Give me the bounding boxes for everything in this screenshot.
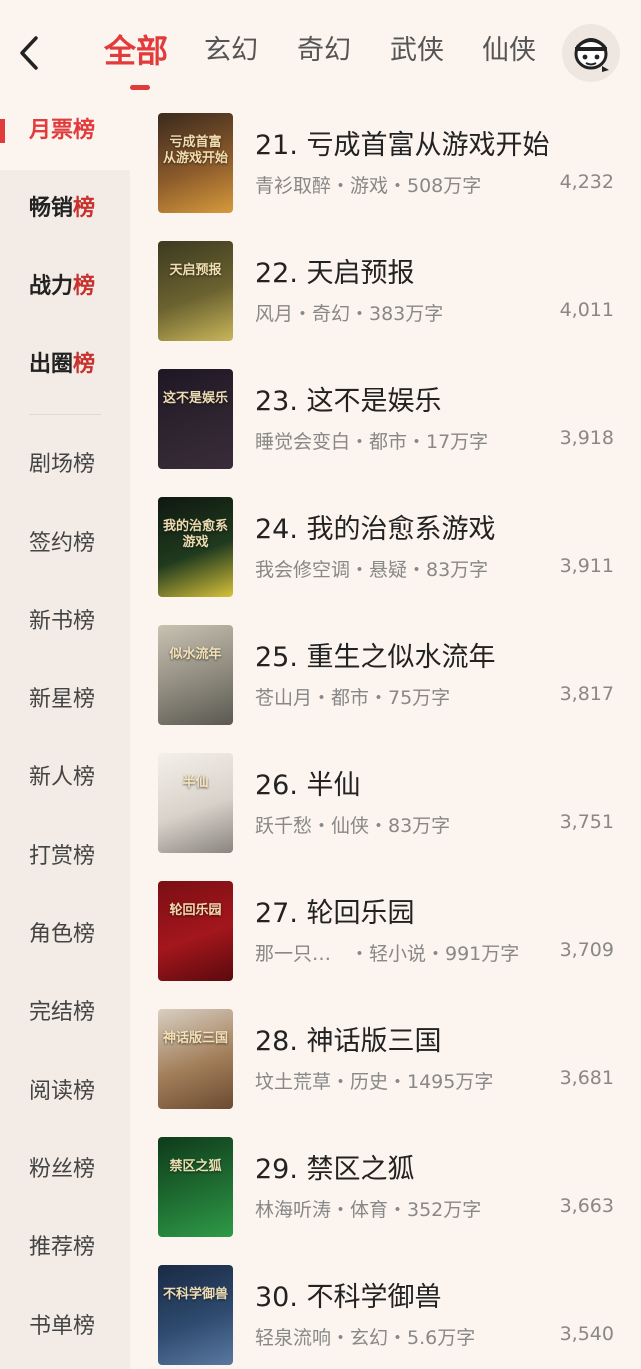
book-meta: 跃千愁・仙侠・83万字 bbox=[255, 815, 451, 837]
book-cover[interactable]: 这不是娱乐 bbox=[158, 369, 233, 469]
sidebar-item-breakout[interactable]: 出圈榜 bbox=[0, 326, 130, 404]
book-meta: 轻泉流响・玄幻・5.6万字 bbox=[255, 1327, 476, 1349]
sidebar-item-label: 月票 bbox=[29, 118, 74, 143]
sidebar-item-new-book[interactable]: 新书榜 bbox=[0, 583, 130, 661]
book-cover[interactable]: 轮回乐园 bbox=[158, 881, 233, 981]
ticket-count: 3,918 bbox=[559, 427, 614, 449]
tab-xianxia[interactable]: 仙侠 bbox=[482, 28, 562, 78]
ticket-count: 3,817 bbox=[559, 683, 614, 705]
tab-qihuan[interactable]: 奇幻 bbox=[297, 28, 390, 78]
sidebar-item-label: 畅销 bbox=[29, 196, 74, 221]
ticket-count: 4,011 bbox=[559, 299, 614, 321]
book-meta: 坟土荒草・历史・1495万字 bbox=[255, 1071, 494, 1093]
active-marker bbox=[0, 119, 5, 143]
book-title[interactable]: 29. 禁区之狐 bbox=[255, 1147, 415, 1186]
cover-artwork-text: 不科学御兽 bbox=[162, 1287, 228, 1302]
book-meta: 林海听涛・体育・352万字 bbox=[255, 1199, 482, 1221]
book-cover[interactable]: 不科学御兽 bbox=[158, 1265, 233, 1365]
ranking-sidebar: 月票榜 畅销榜 战力榜 出圈榜 剧场榜 签约榜 新书榜 新星榜 新人榜 打赏榜 … bbox=[0, 92, 130, 1369]
book-cover[interactable]: 禁区之狐 bbox=[158, 1137, 233, 1237]
book-title[interactable]: 23. 这不是娱乐 bbox=[255, 379, 442, 418]
book-row[interactable]: 半仙 26. 半仙跃千愁・仙侠・83万字 3,751 bbox=[158, 753, 618, 855]
book-cover[interactable]: 亏成首富 从游戏开始 bbox=[158, 113, 233, 213]
sidebar-item-tipping[interactable]: 打赏榜 bbox=[0, 818, 130, 896]
ticket-count: 3,681 bbox=[559, 1067, 614, 1089]
ticket-count: 4,232 bbox=[559, 171, 614, 193]
sidebar-item-suffix: 榜 bbox=[73, 118, 96, 143]
ticket-count: 3,663 bbox=[559, 1195, 614, 1217]
book-meta: 苍山月・都市・75万字 bbox=[255, 687, 451, 709]
tab-all[interactable]: 全部 bbox=[104, 28, 204, 90]
book-meta: 那一只… ・轻小说・991万字 bbox=[255, 943, 520, 965]
book-meta: 青衫取醉・游戏・508万字 bbox=[255, 175, 482, 197]
book-cover[interactable]: 似水流年 bbox=[158, 625, 233, 725]
book-title[interactable]: 28. 神话版三国 bbox=[255, 1019, 442, 1058]
book-title[interactable]: 22. 天启预报 bbox=[255, 251, 415, 290]
cover-artwork-text: 轮回乐园 bbox=[169, 903, 222, 918]
book-cover[interactable]: 神话版三国 bbox=[158, 1009, 233, 1109]
cover-artwork-text: 半仙 bbox=[182, 775, 209, 790]
book-meta: 我会修空调・悬疑・83万字 bbox=[255, 559, 489, 581]
top-bar: 全部 玄幻 奇幻 武侠 仙侠 bbox=[0, 0, 641, 100]
ticket-count: 3,540 bbox=[559, 1323, 614, 1345]
sidebar-item-theater[interactable]: 剧场榜 bbox=[0, 426, 130, 504]
book-row[interactable]: 轮回乐园 27. 轮回乐园那一只… ・轻小说・991万字 3,709 bbox=[158, 881, 618, 983]
sidebar-item-suffix: 榜 bbox=[73, 274, 96, 299]
cover-artwork-text: 神话版三国 bbox=[162, 1031, 228, 1046]
sidebar-item-suffix: 榜 bbox=[73, 352, 96, 377]
ticket-count: 3,751 bbox=[559, 811, 614, 833]
tab-xuanhuan[interactable]: 玄幻 bbox=[204, 28, 297, 78]
sidebar-item-new-star[interactable]: 新星榜 bbox=[0, 661, 130, 739]
book-cover[interactable]: 半仙 bbox=[158, 753, 233, 853]
sidebar-item-newcomer[interactable]: 新人榜 bbox=[0, 739, 130, 817]
avatar-icon[interactable] bbox=[562, 24, 620, 82]
sidebar-item-label: 战力 bbox=[29, 274, 74, 299]
sidebar-item-signed[interactable]: 签约榜 bbox=[0, 505, 130, 583]
sidebar-item-completed[interactable]: 完结榜 bbox=[0, 974, 130, 1052]
sidebar-item-booklist[interactable]: 书单榜 bbox=[0, 1288, 130, 1366]
book-row[interactable]: 天启预报 22. 天启预报风月・奇幻・383万字 4,011 bbox=[158, 241, 618, 343]
cover-artwork-text: 似水流年 bbox=[169, 647, 222, 662]
sidebar-item-bestseller[interactable]: 畅销榜 bbox=[0, 170, 130, 248]
sidebar-item-character[interactable]: 角色榜 bbox=[0, 896, 130, 974]
book-title[interactable]: 24. 我的治愈系游戏 bbox=[255, 507, 496, 546]
sidebar-item-monthly-ticket[interactable]: 月票榜 bbox=[0, 92, 130, 170]
book-meta: 风月・奇幻・383万字 bbox=[255, 303, 444, 325]
book-row[interactable]: 不科学御兽 30. 不科学御兽轻泉流响・玄幻・5.6万字 3,540 bbox=[158, 1265, 618, 1367]
book-row[interactable]: 禁区之狐 29. 禁区之狐林海听涛・体育・352万字 3,663 bbox=[158, 1137, 618, 1239]
cover-artwork-text: 禁区之狐 bbox=[169, 1159, 222, 1174]
book-row[interactable]: 我的治愈系游戏 24. 我的治愈系游戏我会修空调・悬疑・83万字 3,911 bbox=[158, 497, 618, 599]
sidebar-item-fans[interactable]: 粉丝榜 bbox=[0, 1131, 130, 1209]
book-title[interactable]: 30. 不科学御兽 bbox=[255, 1275, 442, 1314]
ticket-count: 3,911 bbox=[559, 555, 614, 577]
tab-wuxia[interactable]: 武侠 bbox=[390, 28, 482, 78]
sidebar-item-power[interactable]: 战力榜 bbox=[0, 248, 130, 326]
cover-artwork-text: 天启预报 bbox=[169, 263, 222, 278]
book-title[interactable]: 27. 轮回乐园 bbox=[255, 891, 415, 930]
book-title[interactable]: 25. 重生之似水流年 bbox=[255, 635, 496, 674]
book-row[interactable]: 神话版三国 28. 神话版三国坟土荒草・历史・1495万字 3,681 bbox=[158, 1009, 618, 1111]
book-cover[interactable]: 天启预报 bbox=[158, 241, 233, 341]
cover-artwork-text: 这不是娱乐 bbox=[162, 391, 228, 406]
book-meta: 睡觉会变白・都市・17万字 bbox=[255, 431, 489, 453]
book-cover[interactable]: 我的治愈系游戏 bbox=[158, 497, 233, 597]
book-row[interactable]: 亏成首富 从游戏开始 21. 亏成首富从游戏开始青衫取醉・游戏・508万字 4,23… bbox=[158, 113, 618, 215]
back-icon[interactable] bbox=[16, 34, 46, 72]
book-title[interactable]: 21. 亏成首富从游戏开始 bbox=[255, 123, 550, 162]
sidebar-item-suffix: 榜 bbox=[73, 196, 96, 221]
book-title[interactable]: 26. 半仙 bbox=[255, 763, 361, 802]
category-tabs: 全部 玄幻 奇幻 武侠 仙侠 bbox=[104, 28, 562, 90]
sidebar-item-recommend[interactable]: 推荐榜 bbox=[0, 1209, 130, 1287]
cover-artwork-text: 我的治愈系游戏 bbox=[162, 519, 228, 550]
book-row[interactable]: 这不是娱乐 23. 这不是娱乐睡觉会变白・都市・17万字 3,918 bbox=[158, 369, 618, 471]
sidebar-divider bbox=[29, 414, 101, 415]
ticket-count: 3,709 bbox=[559, 939, 614, 961]
cover-artwork-text: 亏成首富 从游戏开始 bbox=[162, 135, 228, 166]
sidebar-item-reading[interactable]: 阅读榜 bbox=[0, 1053, 130, 1131]
sidebar-item-label: 出圈 bbox=[29, 352, 74, 377]
book-row[interactable]: 似水流年 25. 重生之似水流年苍山月・都市・75万字 3,817 bbox=[158, 625, 618, 727]
